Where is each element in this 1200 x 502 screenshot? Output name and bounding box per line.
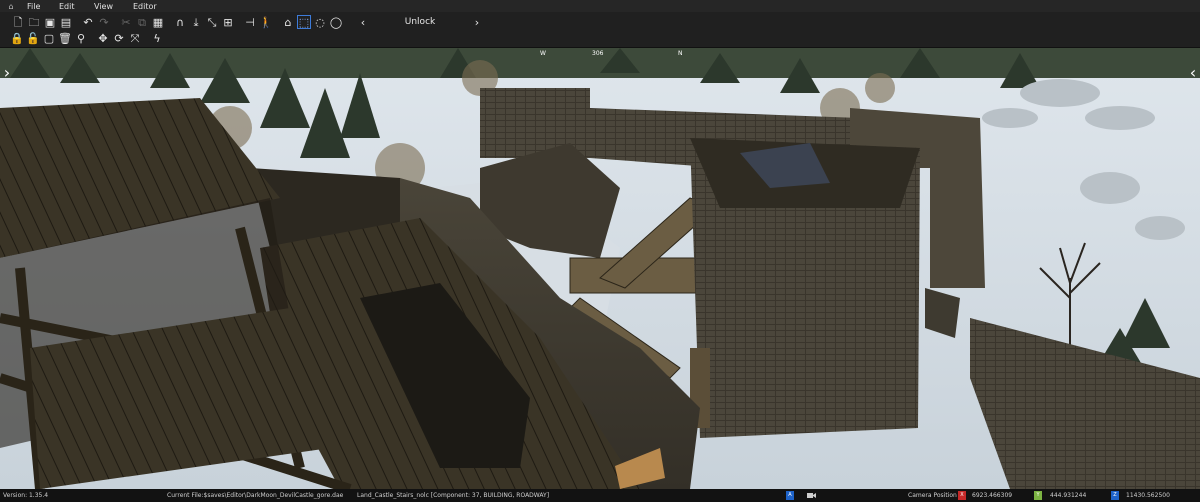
y-axis-badge: Y [1034,491,1042,500]
new-icon[interactable]: 🗋 [10,14,26,30]
home-icon[interactable]: ⌂ [280,14,296,30]
version-label: Version: 1.35.4 [3,492,49,499]
menu-editor[interactable]: Editor [133,2,157,11]
compass-west: W [540,50,546,57]
next-arrow-icon[interactable]: › [469,16,485,29]
selection-label: Land_Castle_Stairs_nolc [Component: 37, … [357,492,550,499]
redo-icon[interactable]: ↷ [96,14,112,30]
import-icon[interactable]: ⤓ [188,14,204,30]
compass-heading: 306 [592,50,604,57]
menu-view[interactable]: View [94,2,113,11]
menu-file[interactable]: File [27,2,40,11]
magnet-icon[interactable]: ∩ [172,14,188,30]
compass: W 306 N [530,50,700,60]
toolbar-row-2: 🔒 🔓 ▢ 🗑 ⚲ ✥ ⟳ ⤧ ϟ [0,30,165,46]
menu-bar: ⌂ File Edit View Editor [0,0,1200,12]
prev-arrow-icon[interactable]: ‹ [355,16,371,29]
unlock-icon[interactable]: 🔓 [25,30,41,46]
delete-icon[interactable]: 🗑 [57,30,73,46]
collapse-icon[interactable]: ⤡ [204,14,220,30]
camera-position-label: Camera Position [908,492,957,499]
view-axis-icon[interactable]: A [786,491,794,500]
camera-icon[interactable] [806,491,816,500]
toolbar-row-1: 🗋 🗀 ▣ ▤ ↶ ↷ ✂ ⧉ ▦ ∩ ⤓ ⤡ ⊞ ⊣ 🚶 ⌂ ⬚ ◌ ◯ [0,14,344,30]
walk-icon[interactable]: 🚶 [258,14,274,30]
open-icon[interactable]: 🗀 [26,14,42,30]
save-as-icon[interactable]: ▤ [58,14,74,30]
app-logo-icon: ⌂ [8,1,14,11]
copy-icon[interactable]: ⧉ [134,14,150,30]
current-file-label: Current File:$saves\Editor\DarkMoon_Devi… [167,492,344,499]
grid-icon[interactable]: ⊞ [220,14,236,30]
y-value: 444.931244 [1050,492,1087,499]
unlock-button[interactable]: Unlock [405,17,435,27]
z-axis-badge: Z [1111,491,1119,500]
save-icon[interactable]: ▣ [42,14,58,30]
menu-edit[interactable]: Edit [59,2,75,11]
key-icon[interactable]: ⚲ [73,30,89,46]
ruler-icon[interactable]: ⊣ [242,14,258,30]
scene-render [0,48,1200,489]
compass-north: N [678,50,683,57]
lock-all-icon[interactable]: ▢ [41,30,57,46]
unlock-navigator: ‹ Unlock › [355,14,485,30]
status-bar: Version: 1.35.4 Current File:$saves\Edit… [0,489,1200,502]
scale-icon[interactable]: ⤧ [127,30,143,46]
rect-select-icon[interactable]: ⬚ [296,14,312,30]
x-value: 6923.466309 [972,492,1013,499]
cut-icon[interactable]: ✂ [118,14,134,30]
lock-icon[interactable]: 🔒 [9,30,25,46]
z-value: 11430.562500 [1126,492,1170,499]
3d-viewport[interactable]: W 306 N › ‹ [0,48,1200,489]
expand-right-panel-icon[interactable]: ‹ [1186,64,1200,82]
expand-left-panel-icon[interactable]: › [0,64,14,82]
circle-select-icon[interactable]: ◌ [312,14,328,30]
rotate-icon[interactable]: ⟳ [111,30,127,46]
toolbar: 🗋 🗀 ▣ ▤ ↶ ↷ ✂ ⧉ ▦ ∩ ⤓ ⤡ ⊞ ⊣ 🚶 ⌂ ⬚ ◌ ◯ ‹ … [0,12,1200,48]
move-icon[interactable]: ✥ [95,30,111,46]
paste-icon[interactable]: ▦ [150,14,166,30]
x-axis-badge: X [958,491,966,500]
lasso-select-icon[interactable]: ◯ [328,14,344,30]
undo-icon[interactable]: ↶ [80,14,96,30]
lightning-icon[interactable]: ϟ [149,30,165,46]
